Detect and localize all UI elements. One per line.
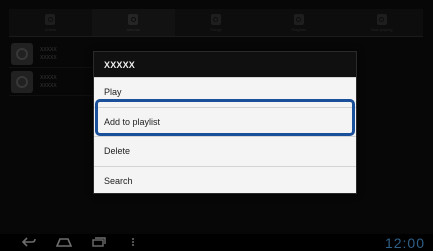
- back-icon[interactable]: [22, 236, 36, 248]
- menu-item-add-to-playlist[interactable]: Add to playlist: [94, 106, 356, 137]
- recent-apps-icon[interactable]: [92, 236, 106, 248]
- status-clock: 12:00: [384, 235, 425, 251]
- menu-dots-icon[interactable]: [130, 236, 136, 248]
- system-nav-bar: 12:00: [0, 234, 433, 251]
- menu-item-delete[interactable]: Delete: [94, 136, 356, 166]
- menu-item-play[interactable]: Play: [94, 77, 356, 107]
- dialog-title: XXXXX: [94, 52, 356, 77]
- context-menu-dialog: XXXXX Play Add to playlist Delete Search: [93, 51, 357, 194]
- home-icon[interactable]: [56, 236, 72, 248]
- music-app-screen: Artists Albums Songs Playlists Now playi…: [0, 0, 433, 251]
- menu-item-search[interactable]: Search: [94, 165, 356, 196]
